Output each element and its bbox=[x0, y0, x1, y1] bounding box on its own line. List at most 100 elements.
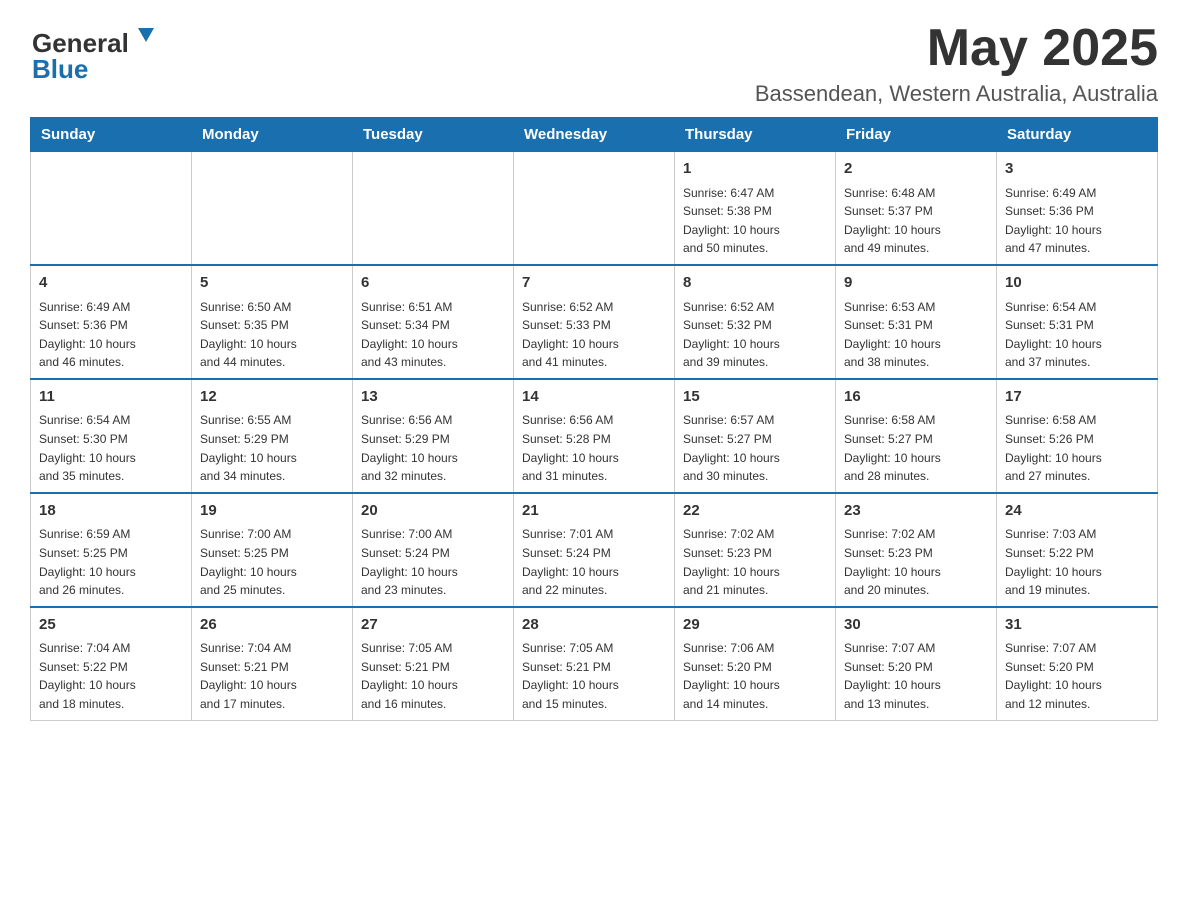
day-number: 29 bbox=[683, 614, 827, 637]
calendar-cell bbox=[514, 152, 675, 265]
logo: General Blue bbox=[30, 20, 160, 85]
calendar-cell: 16Sunrise: 6:58 AMSunset: 5:27 PMDayligh… bbox=[836, 379, 997, 493]
day-info: Sunrise: 6:52 AMSunset: 5:32 PMDaylight:… bbox=[683, 298, 827, 372]
day-number: 24 bbox=[1005, 500, 1149, 523]
weekday-header-friday: Friday bbox=[836, 118, 997, 152]
calendar-cell: 14Sunrise: 6:56 AMSunset: 5:28 PMDayligh… bbox=[514, 379, 675, 493]
day-number: 5 bbox=[200, 272, 344, 295]
day-info: Sunrise: 6:49 AMSunset: 5:36 PMDaylight:… bbox=[1005, 184, 1149, 258]
day-number: 16 bbox=[844, 386, 988, 409]
calendar-cell: 18Sunrise: 6:59 AMSunset: 5:25 PMDayligh… bbox=[31, 493, 192, 607]
logo-svg: General Blue bbox=[30, 20, 160, 85]
day-number: 28 bbox=[522, 614, 666, 637]
calendar-cell bbox=[192, 152, 353, 265]
calendar-cell: 9 Sunrise: 6:53 AMSunset: 5:31 PMDaylight… bbox=[836, 265, 997, 379]
calendar-week-row: 18Sunrise: 6:59 AMSunset: 5:25 PMDayligh… bbox=[31, 493, 1158, 607]
calendar-cell: 3Sunrise: 6:49 AMSunset: 5:36 PMDaylight… bbox=[997, 152, 1158, 265]
calendar-cell: 13Sunrise: 6:56 AMSunset: 5:29 PMDayligh… bbox=[353, 379, 514, 493]
day-info: Sunrise: 7:07 AMSunset: 5:20 PMDaylight:… bbox=[1005, 639, 1149, 713]
day-number: 11 bbox=[39, 386, 183, 409]
day-info: Sunrise: 7:04 AMSunset: 5:22 PMDaylight:… bbox=[39, 639, 183, 713]
calendar-cell: 2Sunrise: 6:48 AMSunset: 5:37 PMDaylight… bbox=[836, 152, 997, 265]
day-info: Sunrise: 6:47 AMSunset: 5:38 PMDaylight:… bbox=[683, 184, 827, 258]
day-info: Sunrise: 7:05 AMSunset: 5:21 PMDaylight:… bbox=[361, 639, 505, 713]
day-number: 25 bbox=[39, 614, 183, 637]
calendar-cell: 28Sunrise: 7:05 AMSunset: 5:21 PMDayligh… bbox=[514, 607, 675, 720]
day-info: Sunrise: 6:53 AMSunset: 5:31 PMDaylight:… bbox=[844, 298, 988, 372]
calendar-cell: 24Sunrise: 7:03 AMSunset: 5:22 PMDayligh… bbox=[997, 493, 1158, 607]
day-info: Sunrise: 6:56 AMSunset: 5:29 PMDaylight:… bbox=[361, 411, 505, 485]
day-info: Sunrise: 6:59 AMSunset: 5:25 PMDaylight:… bbox=[39, 525, 183, 599]
calendar-cell: 27Sunrise: 7:05 AMSunset: 5:21 PMDayligh… bbox=[353, 607, 514, 720]
day-number: 19 bbox=[200, 500, 344, 523]
day-info: Sunrise: 7:03 AMSunset: 5:22 PMDaylight:… bbox=[1005, 525, 1149, 599]
day-number: 17 bbox=[1005, 386, 1149, 409]
calendar-cell: 1 Sunrise: 6:47 AMSunset: 5:38 PMDaylight… bbox=[675, 152, 836, 265]
calendar-cell: 15Sunrise: 6:57 AMSunset: 5:27 PMDayligh… bbox=[675, 379, 836, 493]
day-number: 31 bbox=[1005, 614, 1149, 637]
calendar-cell: 21Sunrise: 7:01 AMSunset: 5:24 PMDayligh… bbox=[514, 493, 675, 607]
calendar-week-row: 1 Sunrise: 6:47 AMSunset: 5:38 PMDaylight… bbox=[31, 152, 1158, 265]
calendar-cell: 8Sunrise: 6:52 AMSunset: 5:32 PMDaylight… bbox=[675, 265, 836, 379]
calendar-cell: 23Sunrise: 7:02 AMSunset: 5:23 PMDayligh… bbox=[836, 493, 997, 607]
svg-text:Blue: Blue bbox=[32, 54, 88, 84]
weekday-header-thursday: Thursday bbox=[675, 118, 836, 152]
weekday-header-wednesday: Wednesday bbox=[514, 118, 675, 152]
day-info: Sunrise: 7:07 AMSunset: 5:20 PMDaylight:… bbox=[844, 639, 988, 713]
weekday-header-tuesday: Tuesday bbox=[353, 118, 514, 152]
calendar-cell: 20Sunrise: 7:00 AMSunset: 5:24 PMDayligh… bbox=[353, 493, 514, 607]
day-number: 1 bbox=[683, 158, 827, 181]
weekday-header-monday: Monday bbox=[192, 118, 353, 152]
day-number: 23 bbox=[844, 500, 988, 523]
day-info: Sunrise: 6:54 AMSunset: 5:30 PMDaylight:… bbox=[39, 411, 183, 485]
day-info: Sunrise: 6:58 AMSunset: 5:27 PMDaylight:… bbox=[844, 411, 988, 485]
day-number: 21 bbox=[522, 500, 666, 523]
day-info: Sunrise: 6:56 AMSunset: 5:28 PMDaylight:… bbox=[522, 411, 666, 485]
calendar-cell: 4 Sunrise: 6:49 AMSunset: 5:36 PMDaylight… bbox=[31, 265, 192, 379]
calendar-week-row: 25Sunrise: 7:04 AMSunset: 5:22 PMDayligh… bbox=[31, 607, 1158, 720]
calendar-cell: 10Sunrise: 6:54 AMSunset: 5:31 PMDayligh… bbox=[997, 265, 1158, 379]
day-info: Sunrise: 7:04 AMSunset: 5:21 PMDaylight:… bbox=[200, 639, 344, 713]
title-block: May 2025 Bassendean, Western Australia, … bbox=[755, 20, 1158, 107]
calendar-cell: 30Sunrise: 7:07 AMSunset: 5:20 PMDayligh… bbox=[836, 607, 997, 720]
day-number: 4 bbox=[39, 272, 183, 295]
calendar-cell: 11Sunrise: 6:54 AMSunset: 5:30 PMDayligh… bbox=[31, 379, 192, 493]
calendar-cell: 22Sunrise: 7:02 AMSunset: 5:23 PMDayligh… bbox=[675, 493, 836, 607]
day-info: Sunrise: 7:05 AMSunset: 5:21 PMDaylight:… bbox=[522, 639, 666, 713]
day-info: Sunrise: 7:00 AMSunset: 5:24 PMDaylight:… bbox=[361, 525, 505, 599]
calendar-cell bbox=[353, 152, 514, 265]
day-info: Sunrise: 7:02 AMSunset: 5:23 PMDaylight:… bbox=[844, 525, 988, 599]
day-number: 26 bbox=[200, 614, 344, 637]
calendar-cell: 5Sunrise: 6:50 AMSunset: 5:35 PMDaylight… bbox=[192, 265, 353, 379]
page-header: General Blue May 2025 Bassendean, Wester… bbox=[30, 20, 1158, 107]
calendar-cell: 17Sunrise: 6:58 AMSunset: 5:26 PMDayligh… bbox=[997, 379, 1158, 493]
day-number: 15 bbox=[683, 386, 827, 409]
calendar-cell: 19Sunrise: 7:00 AMSunset: 5:25 PMDayligh… bbox=[192, 493, 353, 607]
day-info: Sunrise: 7:02 AMSunset: 5:23 PMDaylight:… bbox=[683, 525, 827, 599]
calendar-table: SundayMondayTuesdayWednesdayThursdayFrid… bbox=[30, 117, 1158, 720]
day-info: Sunrise: 6:51 AMSunset: 5:34 PMDaylight:… bbox=[361, 298, 505, 372]
calendar-cell: 29Sunrise: 7:06 AMSunset: 5:20 PMDayligh… bbox=[675, 607, 836, 720]
day-number: 27 bbox=[361, 614, 505, 637]
day-number: 22 bbox=[683, 500, 827, 523]
weekday-header-row: SundayMondayTuesdayWednesdayThursdayFrid… bbox=[31, 118, 1158, 152]
calendar-cell: 31Sunrise: 7:07 AMSunset: 5:20 PMDayligh… bbox=[997, 607, 1158, 720]
day-info: Sunrise: 6:55 AMSunset: 5:29 PMDaylight:… bbox=[200, 411, 344, 485]
day-number: 9 bbox=[844, 272, 988, 295]
calendar-week-row: 11Sunrise: 6:54 AMSunset: 5:30 PMDayligh… bbox=[31, 379, 1158, 493]
calendar-cell: 26Sunrise: 7:04 AMSunset: 5:21 PMDayligh… bbox=[192, 607, 353, 720]
day-number: 10 bbox=[1005, 272, 1149, 295]
day-info: Sunrise: 6:49 AMSunset: 5:36 PMDaylight:… bbox=[39, 298, 183, 372]
day-info: Sunrise: 6:52 AMSunset: 5:33 PMDaylight:… bbox=[522, 298, 666, 372]
calendar-cell: 12Sunrise: 6:55 AMSunset: 5:29 PMDayligh… bbox=[192, 379, 353, 493]
calendar-cell: 25Sunrise: 7:04 AMSunset: 5:22 PMDayligh… bbox=[31, 607, 192, 720]
calendar-cell: 7Sunrise: 6:52 AMSunset: 5:33 PMDaylight… bbox=[514, 265, 675, 379]
weekday-header-saturday: Saturday bbox=[997, 118, 1158, 152]
day-number: 12 bbox=[200, 386, 344, 409]
calendar-cell bbox=[31, 152, 192, 265]
day-info: Sunrise: 7:00 AMSunset: 5:25 PMDaylight:… bbox=[200, 525, 344, 599]
day-number: 30 bbox=[844, 614, 988, 637]
month-title: May 2025 bbox=[755, 20, 1158, 77]
day-number: 13 bbox=[361, 386, 505, 409]
day-number: 2 bbox=[844, 158, 988, 181]
